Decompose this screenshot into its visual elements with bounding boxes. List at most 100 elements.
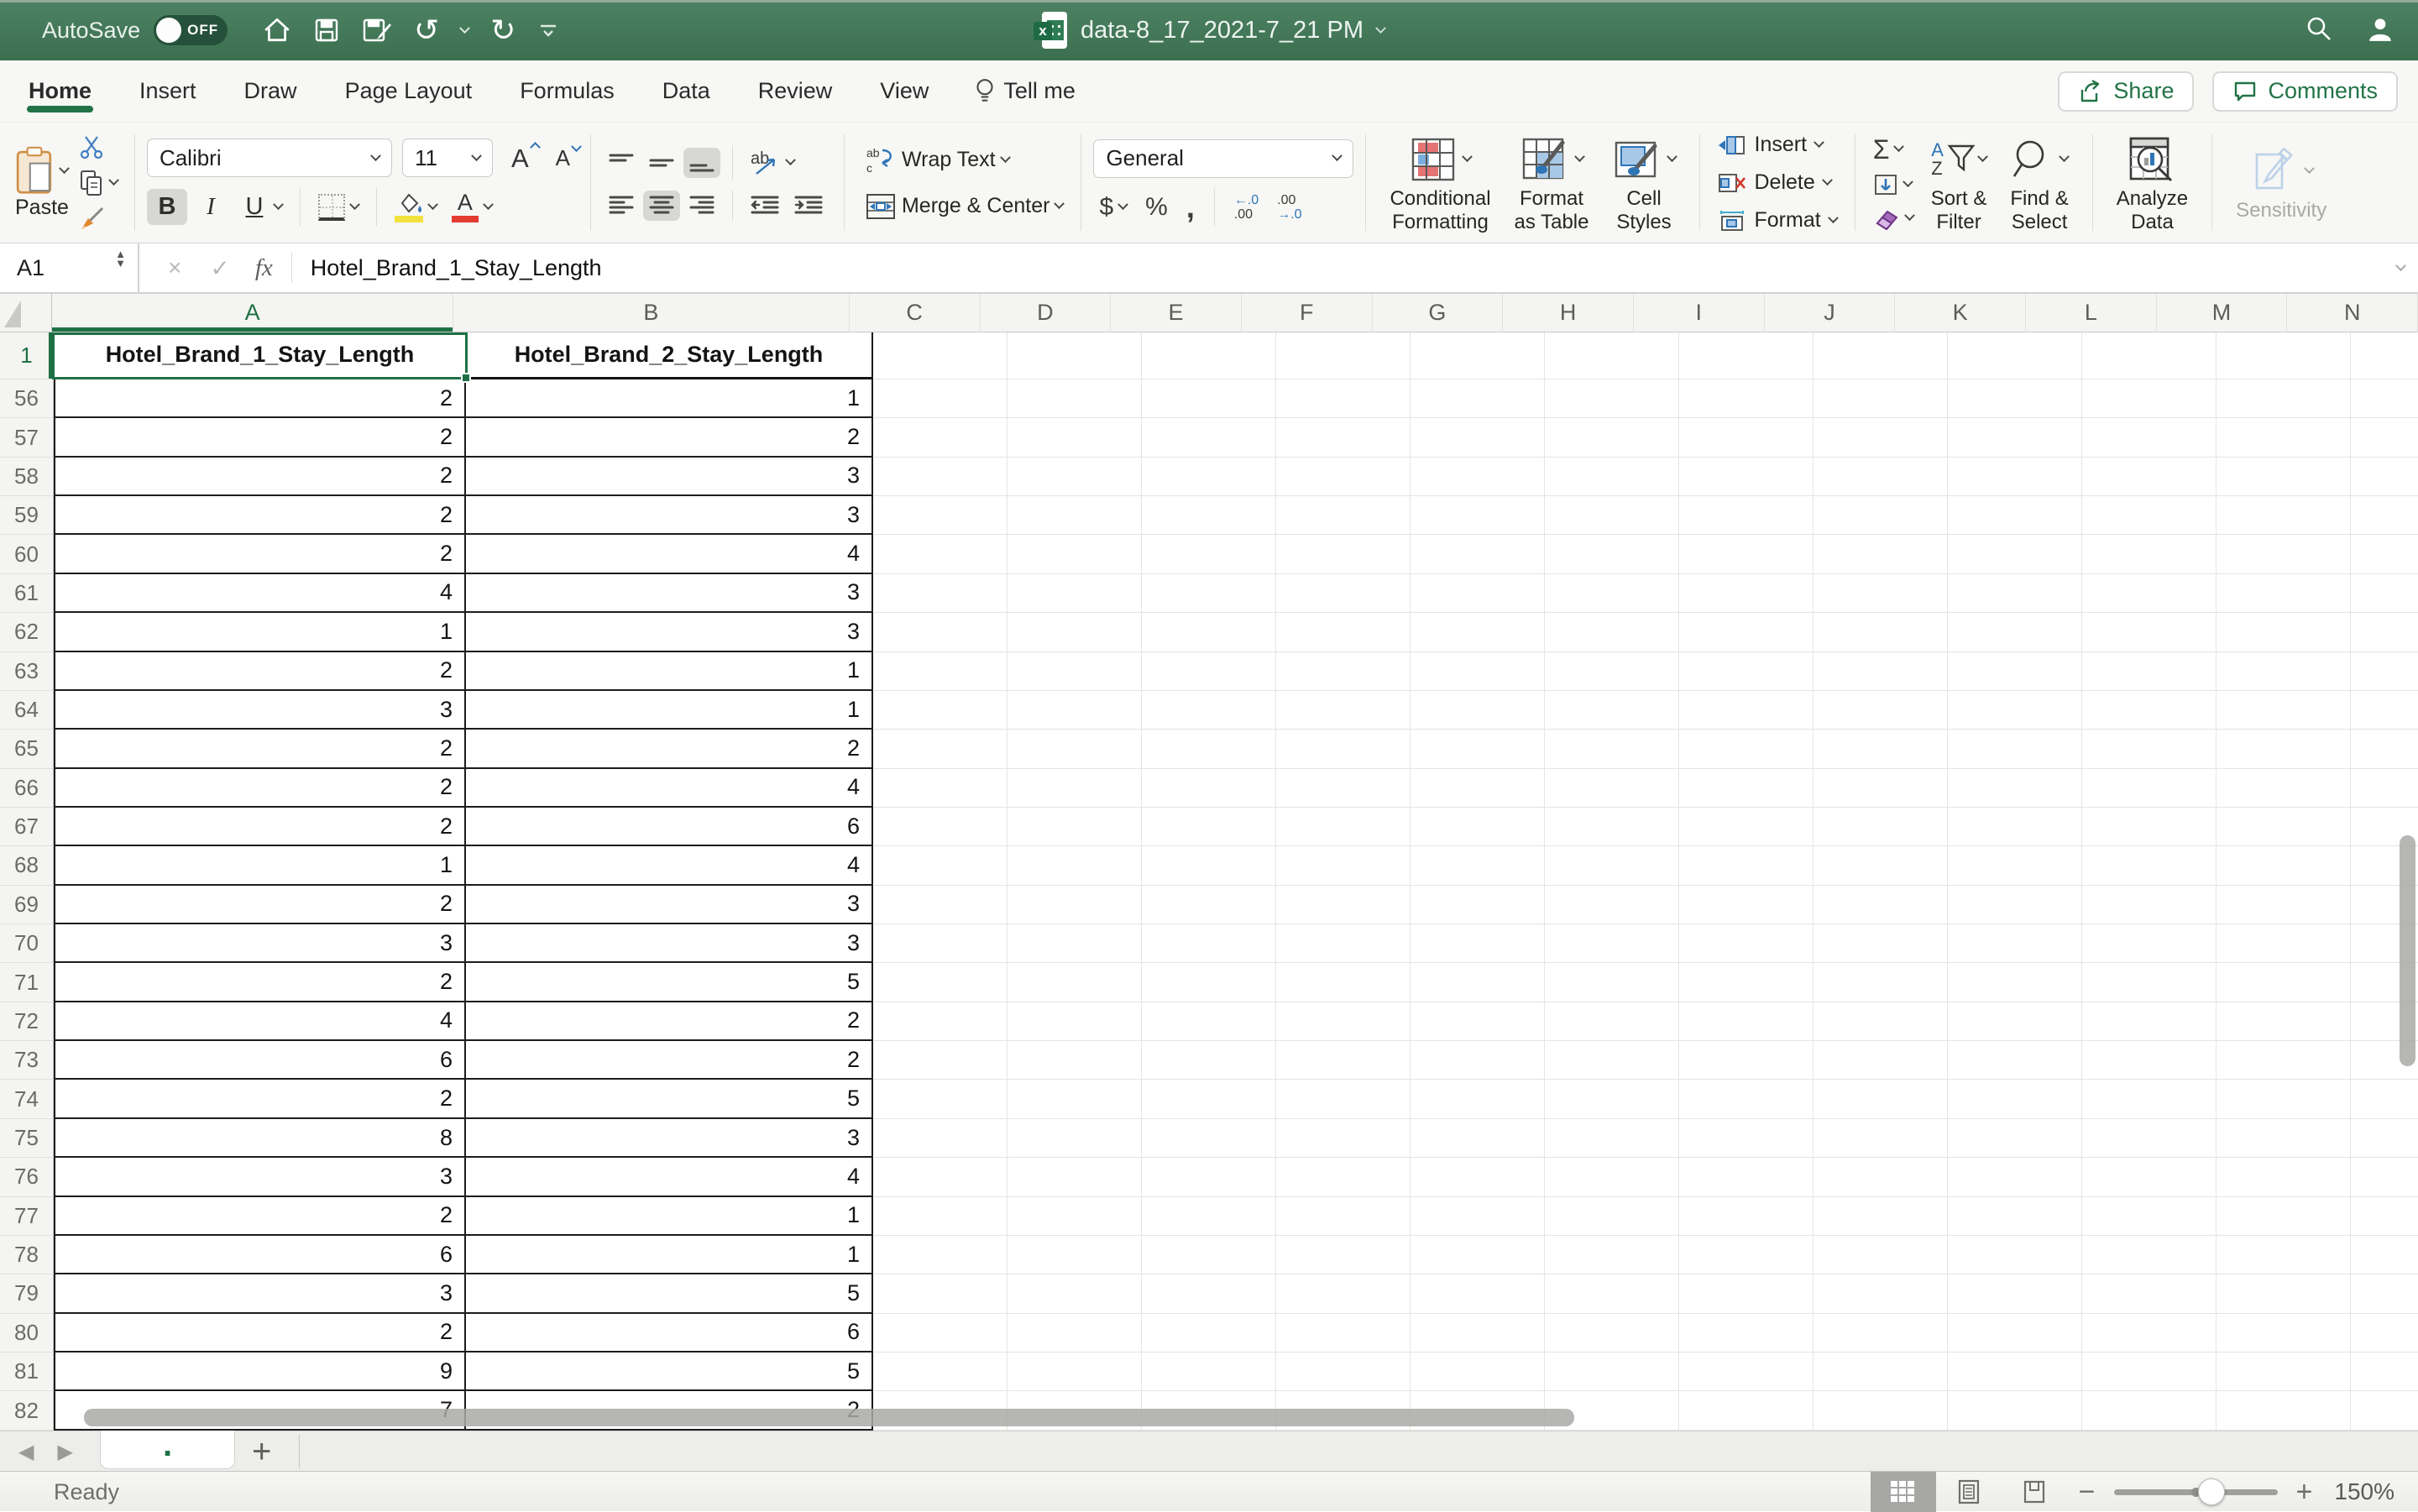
account-avatar-icon[interactable] — [2366, 14, 2394, 47]
row-header[interactable]: 56 — [0, 379, 54, 419]
page-layout-view-button[interactable] — [1936, 1472, 2002, 1512]
sort-filter-button[interactable]: A Z Sort & Filter — [1919, 132, 1999, 234]
formula-bar-expand-icon[interactable] — [2395, 259, 2406, 271]
bold-button[interactable]: B — [146, 189, 187, 225]
paste-button[interactable]: Paste — [15, 145, 71, 220]
empty-cells[interactable] — [873, 496, 2418, 536]
percent-format-button[interactable]: % — [1139, 191, 1174, 224]
row-header[interactable]: 81 — [0, 1352, 54, 1392]
ribbon-tab[interactable]: Page Layout — [343, 66, 474, 116]
row-header[interactable]: 61 — [0, 573, 54, 614]
decrease-decimal-button[interactable]: .00 →.0 — [1271, 189, 1307, 226]
font-color-chevron-icon[interactable] — [483, 199, 494, 211]
comma-format-button[interactable]: , — [1180, 188, 1201, 227]
redo-icon[interactable]: ↻ — [490, 15, 516, 45]
underline-chevron-icon[interactable] — [273, 199, 284, 211]
row-header[interactable]: 77 — [0, 1196, 54, 1236]
cell-colA[interactable]: 2 — [54, 1313, 466, 1352]
active-sheet-tab[interactable]: . — [100, 1428, 235, 1469]
row-header[interactable]: 65 — [0, 730, 54, 769]
column-header[interactable]: J — [1764, 294, 1896, 332]
zoom-percentage[interactable]: 150% — [2334, 1478, 2394, 1505]
cell-colA[interactable]: 2 — [54, 807, 466, 847]
column-header[interactable]: C — [849, 294, 981, 332]
cell-colB[interactable]: 1 — [466, 690, 873, 730]
empty-cells[interactable] — [873, 1002, 2418, 1042]
search-icon[interactable] — [2305, 15, 2332, 46]
cell-colA[interactable]: 2 — [54, 496, 466, 536]
cell-colA[interactable]: 2 — [54, 379, 466, 419]
borders-button[interactable] — [312, 190, 364, 225]
row-header[interactable]: 57 — [0, 418, 54, 458]
row-header[interactable]: 73 — [0, 1041, 54, 1080]
autosum-chevron-icon[interactable] — [1893, 141, 1905, 153]
row-header[interactable]: 80 — [0, 1313, 54, 1352]
empty-cells[interactable] — [873, 1196, 2418, 1236]
column-header[interactable]: L — [2026, 294, 2157, 332]
cell-colA[interactable]: 3 — [54, 690, 466, 730]
conditional-formatting-button[interactable]: Conditional Formatting — [1378, 132, 1502, 234]
zoom-in-button[interactable]: + — [2285, 1476, 2325, 1509]
cut-button[interactable] — [74, 133, 123, 161]
empty-cells[interactable] — [873, 1313, 2418, 1352]
column-header[interactable]: K — [1895, 294, 2027, 332]
clear-chevron-icon[interactable] — [1903, 210, 1915, 222]
cell-colA[interactable]: 3 — [54, 924, 466, 964]
currency-chevron-icon[interactable] — [1117, 199, 1128, 211]
cell-colB[interactable]: 5 — [466, 1352, 873, 1392]
format-as-table-chevron-icon[interactable] — [1573, 151, 1585, 163]
cell-colB[interactable]: 3 — [466, 1118, 873, 1159]
autosum-button[interactable]: Σ — [1867, 132, 1919, 167]
row-header[interactable]: 79 — [0, 1274, 54, 1314]
ribbon-tab[interactable]: Home — [27, 66, 94, 116]
copy-button[interactable] — [74, 168, 123, 198]
align-middle-button[interactable] — [643, 148, 680, 178]
document-title-group[interactable]: x data-8_17_2021-7_21 PM — [1034, 0, 1386, 60]
fill-color-button[interactable] — [389, 188, 442, 227]
fill-button[interactable] — [1867, 169, 1919, 201]
select-all-corner[interactable] — [0, 294, 53, 332]
row-header-1[interactable]: 1 — [0, 332, 54, 379]
wrap-text-button[interactable]: ab c Wrap Text — [860, 142, 1069, 179]
empty-cells[interactable] — [873, 418, 2418, 458]
horizontal-scrollbar-thumb[interactable] — [84, 1409, 1574, 1426]
column-header[interactable]: N — [2287, 294, 2418, 332]
cell-colB[interactable]: 3 — [466, 924, 873, 964]
wrap-text-chevron-icon[interactable] — [999, 152, 1011, 164]
format-cells-button[interactable]: Format — [1712, 204, 1843, 237]
ribbon-tab[interactable]: Draw — [243, 66, 299, 116]
fill-color-chevron-icon[interactable] — [427, 199, 438, 211]
page-break-view-button[interactable] — [2002, 1472, 2067, 1512]
cell-colB[interactable]: 1 — [466, 1196, 873, 1236]
row-header[interactable]: 60 — [0, 535, 54, 574]
insert-chevron-icon[interactable] — [1814, 137, 1824, 149]
format-as-table-button[interactable]: Format as Table — [1503, 132, 1601, 234]
cell-colB[interactable]: 1 — [466, 651, 873, 691]
share-button[interactable]: Share — [2058, 71, 2195, 112]
format-chevron-icon[interactable] — [1827, 212, 1839, 224]
empty-cells[interactable] — [873, 1041, 2418, 1080]
align-bottom-button[interactable] — [683, 147, 720, 178]
ribbon-tab[interactable]: Data — [661, 66, 712, 116]
decrease-font-size-button[interactable]: A — [547, 140, 582, 175]
cell-colA[interactable]: 8 — [54, 1118, 466, 1159]
cell-colA[interactable]: 4 — [54, 573, 466, 614]
cell-colB[interactable]: 5 — [466, 1274, 873, 1314]
cell-colA[interactable]: 2 — [54, 651, 466, 691]
increase-indent-button[interactable] — [788, 191, 829, 221]
zoom-slider-thumb[interactable] — [2197, 1478, 2225, 1505]
find-select-chevron-icon[interactable] — [2058, 151, 2070, 163]
empty-cells[interactable] — [873, 768, 2418, 808]
empty-cells[interactable] — [873, 1080, 2418, 1119]
cell-colB[interactable]: 2 — [466, 730, 873, 769]
cell-colA[interactable]: 2 — [54, 730, 466, 769]
normal-view-button[interactable] — [1870, 1472, 1936, 1512]
copy-chevron-icon[interactable] — [108, 175, 119, 186]
merge-center-chevron-icon[interactable] — [1054, 198, 1065, 210]
empty-cells[interactable] — [873, 730, 2418, 769]
empty-cells[interactable] — [873, 379, 2418, 419]
cell-colA[interactable]: 4 — [54, 1002, 466, 1042]
column-header[interactable]: B — [453, 294, 850, 332]
delete-cells-button[interactable]: Delete — [1712, 166, 1843, 199]
sheet-nav-left-icon[interactable]: ◀ — [18, 1440, 34, 1464]
